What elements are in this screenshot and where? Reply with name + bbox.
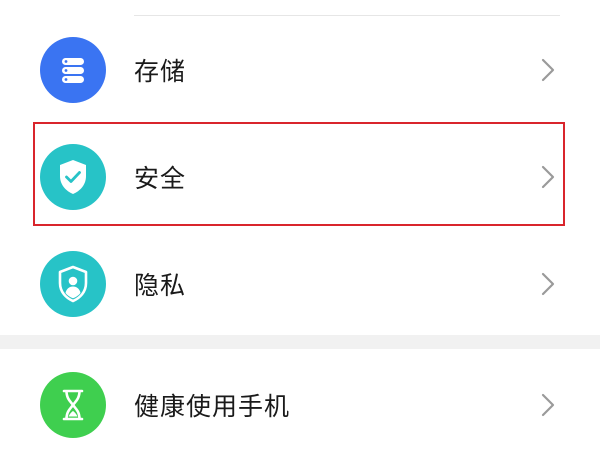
hourglass-icon [40, 372, 106, 438]
settings-item-label: 健康使用手机 [134, 392, 291, 421]
privacy-shield-icon [40, 251, 106, 317]
chevron-right-icon [540, 57, 556, 83]
settings-item-privacy[interactable]: 隐私 [0, 231, 600, 337]
settings-item-digital-balance[interactable]: 健康使用手机 [0, 352, 600, 450]
chevron-right-icon [540, 392, 556, 418]
chevron-right-icon [540, 271, 556, 297]
settings-item-storage[interactable]: 存储 [0, 17, 600, 123]
settings-item-security[interactable]: 安全 [0, 124, 600, 230]
settings-item-label: 隐私 [134, 271, 187, 300]
divider [134, 15, 560, 16]
storage-icon [40, 37, 106, 103]
settings-item-label: 安全 [134, 164, 187, 193]
shield-check-icon [40, 144, 106, 210]
section-separator [0, 335, 600, 349]
chevron-right-icon [540, 164, 556, 190]
settings-item-label: 存储 [134, 57, 187, 86]
settings-screen: 存储 安全 隐私 健康使用手机 [0, 0, 600, 450]
